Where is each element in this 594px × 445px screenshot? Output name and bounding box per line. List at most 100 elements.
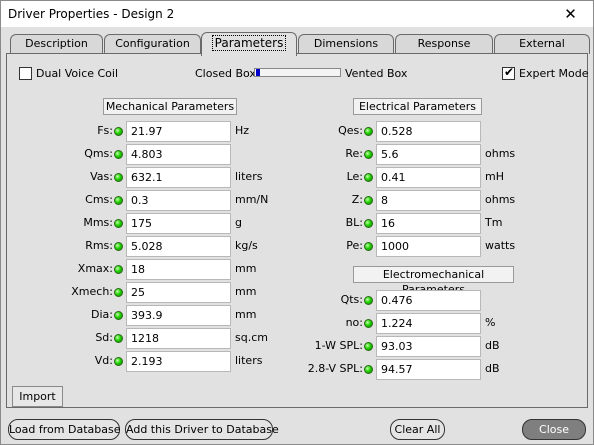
tab-external[interactable]: External <box>494 34 590 54</box>
param-label: Qes: <box>338 124 363 137</box>
param-unit: ohms <box>485 147 516 160</box>
status-led-icon <box>364 319 373 328</box>
param-label: Vas: <box>90 170 113 183</box>
param-unit: mm <box>235 262 257 275</box>
title-bar: Driver Properties - Design 2 ✕ <box>1 1 593 27</box>
param-label: Re: <box>345 147 363 160</box>
param-label: Sd: <box>95 331 113 344</box>
param-label: 1-W SPL: <box>314 339 363 352</box>
param-value-field[interactable]: 0.3 <box>126 190 231 211</box>
dual-voice-coil-label: Dual Voice Coil <box>36 67 119 80</box>
param-unit: mm/N <box>235 193 269 206</box>
tab-description[interactable]: Description <box>10 34 103 54</box>
tab-label: Description <box>25 37 88 50</box>
closed-box-label: Closed Box <box>195 67 256 80</box>
param-value-field[interactable]: 25 <box>126 282 231 303</box>
param-value-field[interactable]: 21.97 <box>126 121 231 142</box>
import-button[interactable]: Import <box>12 386 63 407</box>
param-value-field[interactable]: 0.41 <box>376 167 481 188</box>
dual-voice-coil-checkbox[interactable] <box>19 67 32 80</box>
tab-label: Configuration <box>115 37 190 50</box>
param-value-field[interactable]: 18 <box>126 259 231 280</box>
status-led-icon <box>364 342 373 351</box>
param-label: Xmax: <box>77 262 113 275</box>
param-label: 2.8-V SPL: <box>307 362 363 375</box>
param-value-field[interactable]: 0.476 <box>376 290 481 311</box>
check-icon: ✔ <box>503 65 515 79</box>
param-value-field[interactable]: 5.028 <box>126 236 231 257</box>
add-driver-to-database-button[interactable]: Add this Driver to Database <box>125 419 279 440</box>
param-label: no: <box>345 316 363 329</box>
status-led-icon <box>114 173 123 182</box>
param-value-field[interactable]: 5.6 <box>376 144 481 165</box>
param-value-field[interactable]: 393.9 <box>126 305 231 326</box>
param-unit: g <box>235 216 242 229</box>
param-unit: liters <box>235 354 263 367</box>
status-led-icon <box>114 242 123 251</box>
param-value-field[interactable]: 1000 <box>376 236 481 257</box>
tab-configuration[interactable]: Configuration <box>104 34 201 54</box>
param-label: BL: <box>345 216 363 229</box>
param-value-field[interactable]: 632.1 <box>126 167 231 188</box>
status-led-icon <box>114 357 123 366</box>
param-label: Le: <box>346 170 363 183</box>
expert-mode-label: Expert Mode <box>519 67 589 80</box>
param-unit: sq.cm <box>235 331 268 344</box>
param-value-field[interactable]: 2.193 <box>126 351 231 372</box>
param-unit: kg/s <box>235 239 258 252</box>
param-value-field[interactable]: 1218 <box>126 328 231 349</box>
param-label: Dia: <box>91 308 113 321</box>
param-label: Xmech: <box>71 285 113 298</box>
param-value-field[interactable]: 94.57 <box>376 359 481 380</box>
param-unit: Hz <box>235 124 250 137</box>
param-unit: mH <box>485 170 504 183</box>
vented-box-label: Vented Box <box>345 67 408 80</box>
param-value-field[interactable]: 93.03 <box>376 336 481 357</box>
param-value-field[interactable]: 1.224 <box>376 313 481 334</box>
status-led-icon <box>114 127 123 136</box>
param-unit: watts <box>485 239 516 252</box>
param-value-field[interactable]: 8 <box>376 190 481 211</box>
tab-label: Parameters <box>211 35 287 51</box>
slider-thumb[interactable] <box>256 69 260 76</box>
close-button[interactable]: Close <box>522 419 586 440</box>
window-close-icon[interactable]: ✕ <box>548 1 593 27</box>
tab-dimensions[interactable]: Dimensions <box>298 34 394 54</box>
status-led-icon <box>364 365 373 374</box>
status-led-icon <box>114 311 123 320</box>
tab-label: External <box>519 37 565 50</box>
status-led-icon <box>364 296 373 305</box>
status-led-icon <box>114 219 123 228</box>
status-led-icon <box>114 265 123 274</box>
mechanical-parameters-header: Mechanical Parameters <box>103 98 237 115</box>
status-led-icon <box>364 219 373 228</box>
parameters-panel: Dual Voice Coil Closed Box Vented Box ✔ … <box>6 53 589 408</box>
tab-parameters[interactable]: Parameters <box>201 32 297 56</box>
driver-properties-window: Driver Properties - Design 2 ✕ Descripti… <box>0 0 594 445</box>
param-label: Vd: <box>94 354 113 367</box>
status-led-icon <box>114 150 123 159</box>
param-value-field[interactable]: 4.803 <box>126 144 231 165</box>
tab-label: Dimensions <box>313 37 379 50</box>
status-led-icon <box>364 150 373 159</box>
status-led-icon <box>364 173 373 182</box>
param-unit: mm <box>235 308 257 321</box>
param-value-field[interactable]: 175 <box>126 213 231 234</box>
load-from-database-button[interactable]: Load from Database <box>8 419 120 440</box>
window-title: Driver Properties - Design 2 <box>8 7 175 21</box>
param-value-field[interactable]: 0.528 <box>376 121 481 142</box>
param-unit: ohms <box>485 193 516 206</box>
status-led-icon <box>364 242 373 251</box>
expert-mode-checkbox[interactable]: ✔ <box>502 65 515 80</box>
tab-label: Response <box>417 37 471 50</box>
param-label: Qms: <box>84 147 113 160</box>
clear-all-button[interactable]: Clear All <box>390 419 445 440</box>
param-unit: % <box>485 316 496 329</box>
status-led-icon <box>364 196 373 205</box>
status-led-icon <box>364 127 373 136</box>
box-type-slider[interactable] <box>254 68 341 77</box>
status-led-icon <box>114 334 123 343</box>
tab-response[interactable]: Response <box>395 34 493 54</box>
param-value-field[interactable]: 16 <box>376 213 481 234</box>
param-label: Cms: <box>85 193 113 206</box>
